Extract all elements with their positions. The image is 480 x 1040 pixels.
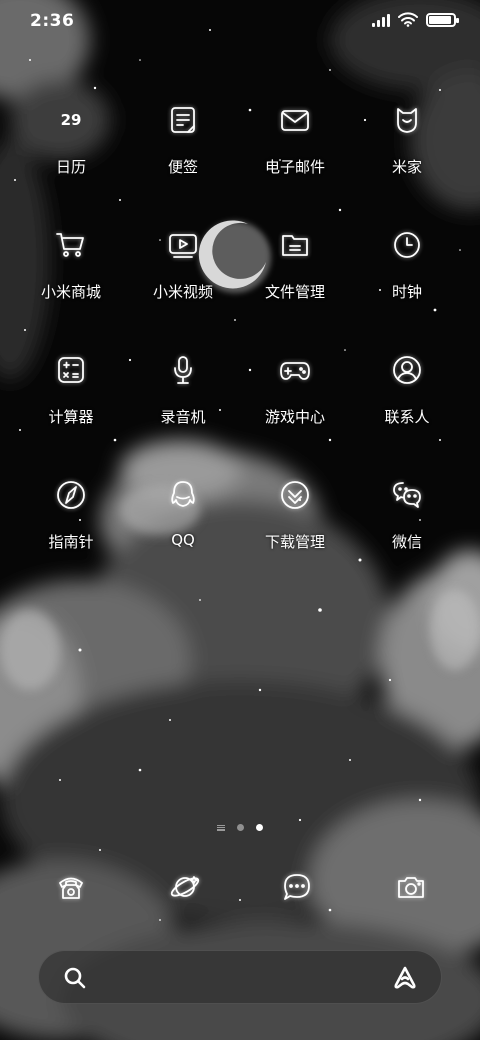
dock-phone[interactable] [41,864,101,914]
compass-icon [49,473,93,517]
video-player-icon [161,223,205,267]
dock-camera[interactable] [381,864,441,914]
app-download[interactable]: 下载管理 [240,473,350,573]
app-qq-penguin[interactable]: QQ [128,473,238,573]
shopping-cart-icon [49,223,93,267]
dock-planet-browser[interactable] [155,864,215,914]
page-indicator [0,824,480,831]
app-label: QQ [171,531,195,549]
status-bar: 2:36 [0,0,480,44]
app-calendar[interactable]: 29 日历 [16,98,126,198]
app-calculator[interactable]: 计算器 [16,348,126,448]
mail-icon [273,98,317,142]
app-label: 小米商城 [40,283,101,301]
app-label: 联系人 [384,408,430,426]
page-dot-1[interactable] [237,824,244,831]
search-bar[interactable] [38,950,442,1004]
app-compass[interactable]: 指南针 [16,473,126,573]
calendar-icon: 29 [49,98,93,142]
app-label: 下载管理 [264,533,325,551]
app-label: 游戏中心 [264,408,325,426]
app-gamepad[interactable]: 游戏中心 [240,348,350,448]
battery-icon [426,12,459,27]
app-label: 时钟 [391,283,422,301]
app-mijia[interactable]: 米家 [352,98,462,198]
folder-icon [273,223,317,267]
app-video-player[interactable]: 小米视频 [128,223,238,323]
app-label: 计算器 [48,408,94,426]
app-label: 小米视频 [152,283,213,301]
app-mail[interactable]: 电子邮件 [240,98,350,198]
app-label: 微信 [391,533,422,551]
status-icons [372,12,459,27]
app-folder[interactable]: 文件管理 [240,223,350,323]
notes-icon [161,98,205,142]
contact-icon [385,348,429,392]
app-label: 米家 [391,158,422,176]
app-shopping-cart[interactable]: 小米商城 [16,223,126,323]
app-notes[interactable]: 便签 [128,98,238,198]
download-icon [273,473,317,517]
signal-icon [372,13,390,27]
app-microphone[interactable]: 录音机 [128,348,238,448]
gamepad-icon [273,348,317,392]
phone-icon [55,871,87,907]
app-label: 录音机 [160,408,206,426]
app-label: 便签 [167,158,198,176]
planet-browser-icon [169,871,201,907]
dock-message-bubble[interactable] [267,864,327,914]
app-label: 指南针 [48,533,94,551]
mijia-icon [385,98,429,142]
battery-level [429,15,451,24]
app-label: 日历 [55,158,86,176]
app-wechat[interactable]: 微信 [352,473,462,573]
wechat-icon [385,473,429,517]
app-contact[interactable]: 联系人 [352,348,462,448]
camera-icon [395,871,427,907]
calculator-icon [49,348,93,392]
app-label: 电子邮件 [264,158,325,176]
xiaoai-assistant-icon[interactable] [391,964,419,992]
page-list-indicator[interactable] [217,824,225,831]
calendar-day: 29 [60,111,82,129]
page-dot-2[interactable] [256,824,263,831]
status-time: 2:36 [30,11,75,31]
clock-icon [385,223,429,267]
qq-penguin-icon [161,473,205,517]
search-icon[interactable] [61,964,89,992]
app-clock[interactable]: 时钟 [352,223,462,323]
message-bubble-icon [281,871,313,907]
microphone-icon [161,348,205,392]
app-label: 文件管理 [264,283,325,301]
wifi-icon [398,12,418,27]
